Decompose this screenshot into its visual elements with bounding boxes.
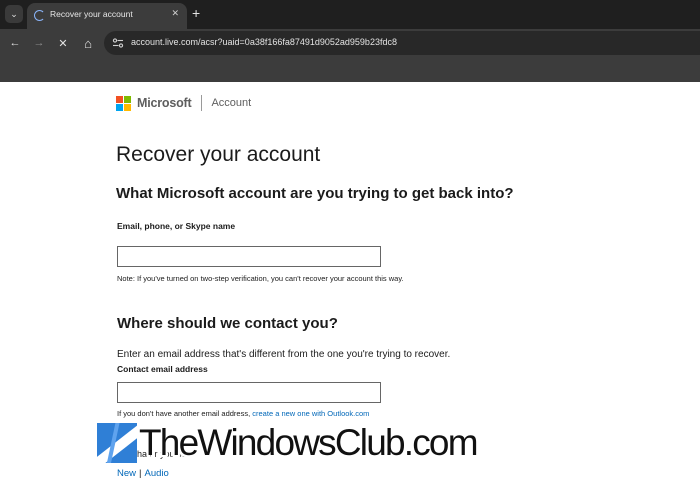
two-step-note: Note: If you've turned on two-step verif… <box>117 274 404 283</box>
contact-help-text: If you don't have another email address,… <box>117 409 369 418</box>
plus-icon: + <box>192 5 201 21</box>
stop-icon: ✕ <box>58 37 68 50</box>
home-icon: ⌂ <box>84 35 92 51</box>
loading-spinner-icon <box>34 10 45 21</box>
logo-square-green <box>124 95 131 103</box>
logo-square-yellow <box>124 103 131 111</box>
watermark-windows-logo-icon <box>97 423 137 463</box>
logo-square-red <box>116 95 123 103</box>
site-info-icon[interactable] <box>112 37 124 49</box>
back-button[interactable]: ← <box>6 34 24 52</box>
captcha-separator: | <box>139 468 142 479</box>
browser-toolbar: ← → ✕ ⌂ account.live.com/acsr?uaid=0a38f… <box>0 29 700 57</box>
watermark-text: TheWindowsClub.com <box>139 422 479 463</box>
forward-button[interactable]: → <box>30 34 48 52</box>
contact-help-prefix: If you don't have another email address, <box>117 409 253 418</box>
address-bar[interactable]: account.live.com/acsr?uaid=0a38f166fa874… <box>104 31 700 55</box>
contact-email-label: Contact email address <box>117 364 208 374</box>
chevron-down-icon: ⌄ <box>10 8 18 19</box>
captcha-new-link[interactable]: New <box>117 468 136 479</box>
account-field-label: Email, phone, or Skype name <box>117 221 236 231</box>
create-outlook-link[interactable]: create a new one with Outlook.com <box>252 409 369 418</box>
tab-search-button[interactable]: ⌄ <box>5 5 23 23</box>
stop-loading-button[interactable]: ✕ <box>54 34 72 52</box>
contact-description: Enter an email address that's different … <box>117 349 451 360</box>
microsoft-logo-icon <box>116 95 131 111</box>
close-icon[interactable]: ✕ <box>171 8 179 19</box>
home-button[interactable]: ⌂ <box>79 34 97 52</box>
address-bar-url[interactable]: account.live.com/acsr?uaid=0a38f166fa874… <box>131 37 397 47</box>
captcha-audio-link[interactable]: Audio <box>144 468 168 479</box>
browser-tabstrip: ⌄ Recover your account ✕ + <box>0 0 700 29</box>
contact-heading: Where should we contact you? <box>117 315 338 332</box>
new-tab-button[interactable]: + <box>192 4 200 22</box>
account-question: What Microsoft account are you trying to… <box>116 185 514 202</box>
arrow-right-icon: → <box>33 37 45 49</box>
watermark: TheWindowsClub.com <box>97 421 479 465</box>
brand-name: Microsoft <box>137 96 192 110</box>
tab-title: Recover your account <box>50 9 133 19</box>
account-input[interactable] <box>117 246 381 267</box>
captcha-options: New | Audio <box>117 468 169 479</box>
microsoft-header: Microsoft Account <box>116 95 251 111</box>
logo-square-blue <box>116 103 123 111</box>
brand-section: Account <box>211 97 252 109</box>
browser-toolbar-extension <box>0 57 700 82</box>
browser-tab-active[interactable]: Recover your account ✕ <box>27 3 187 29</box>
brand-divider <box>201 95 203 111</box>
arrow-left-icon: ← <box>9 37 21 49</box>
page-title: Recover your account <box>116 143 321 166</box>
contact-email-input[interactable] <box>117 382 381 403</box>
